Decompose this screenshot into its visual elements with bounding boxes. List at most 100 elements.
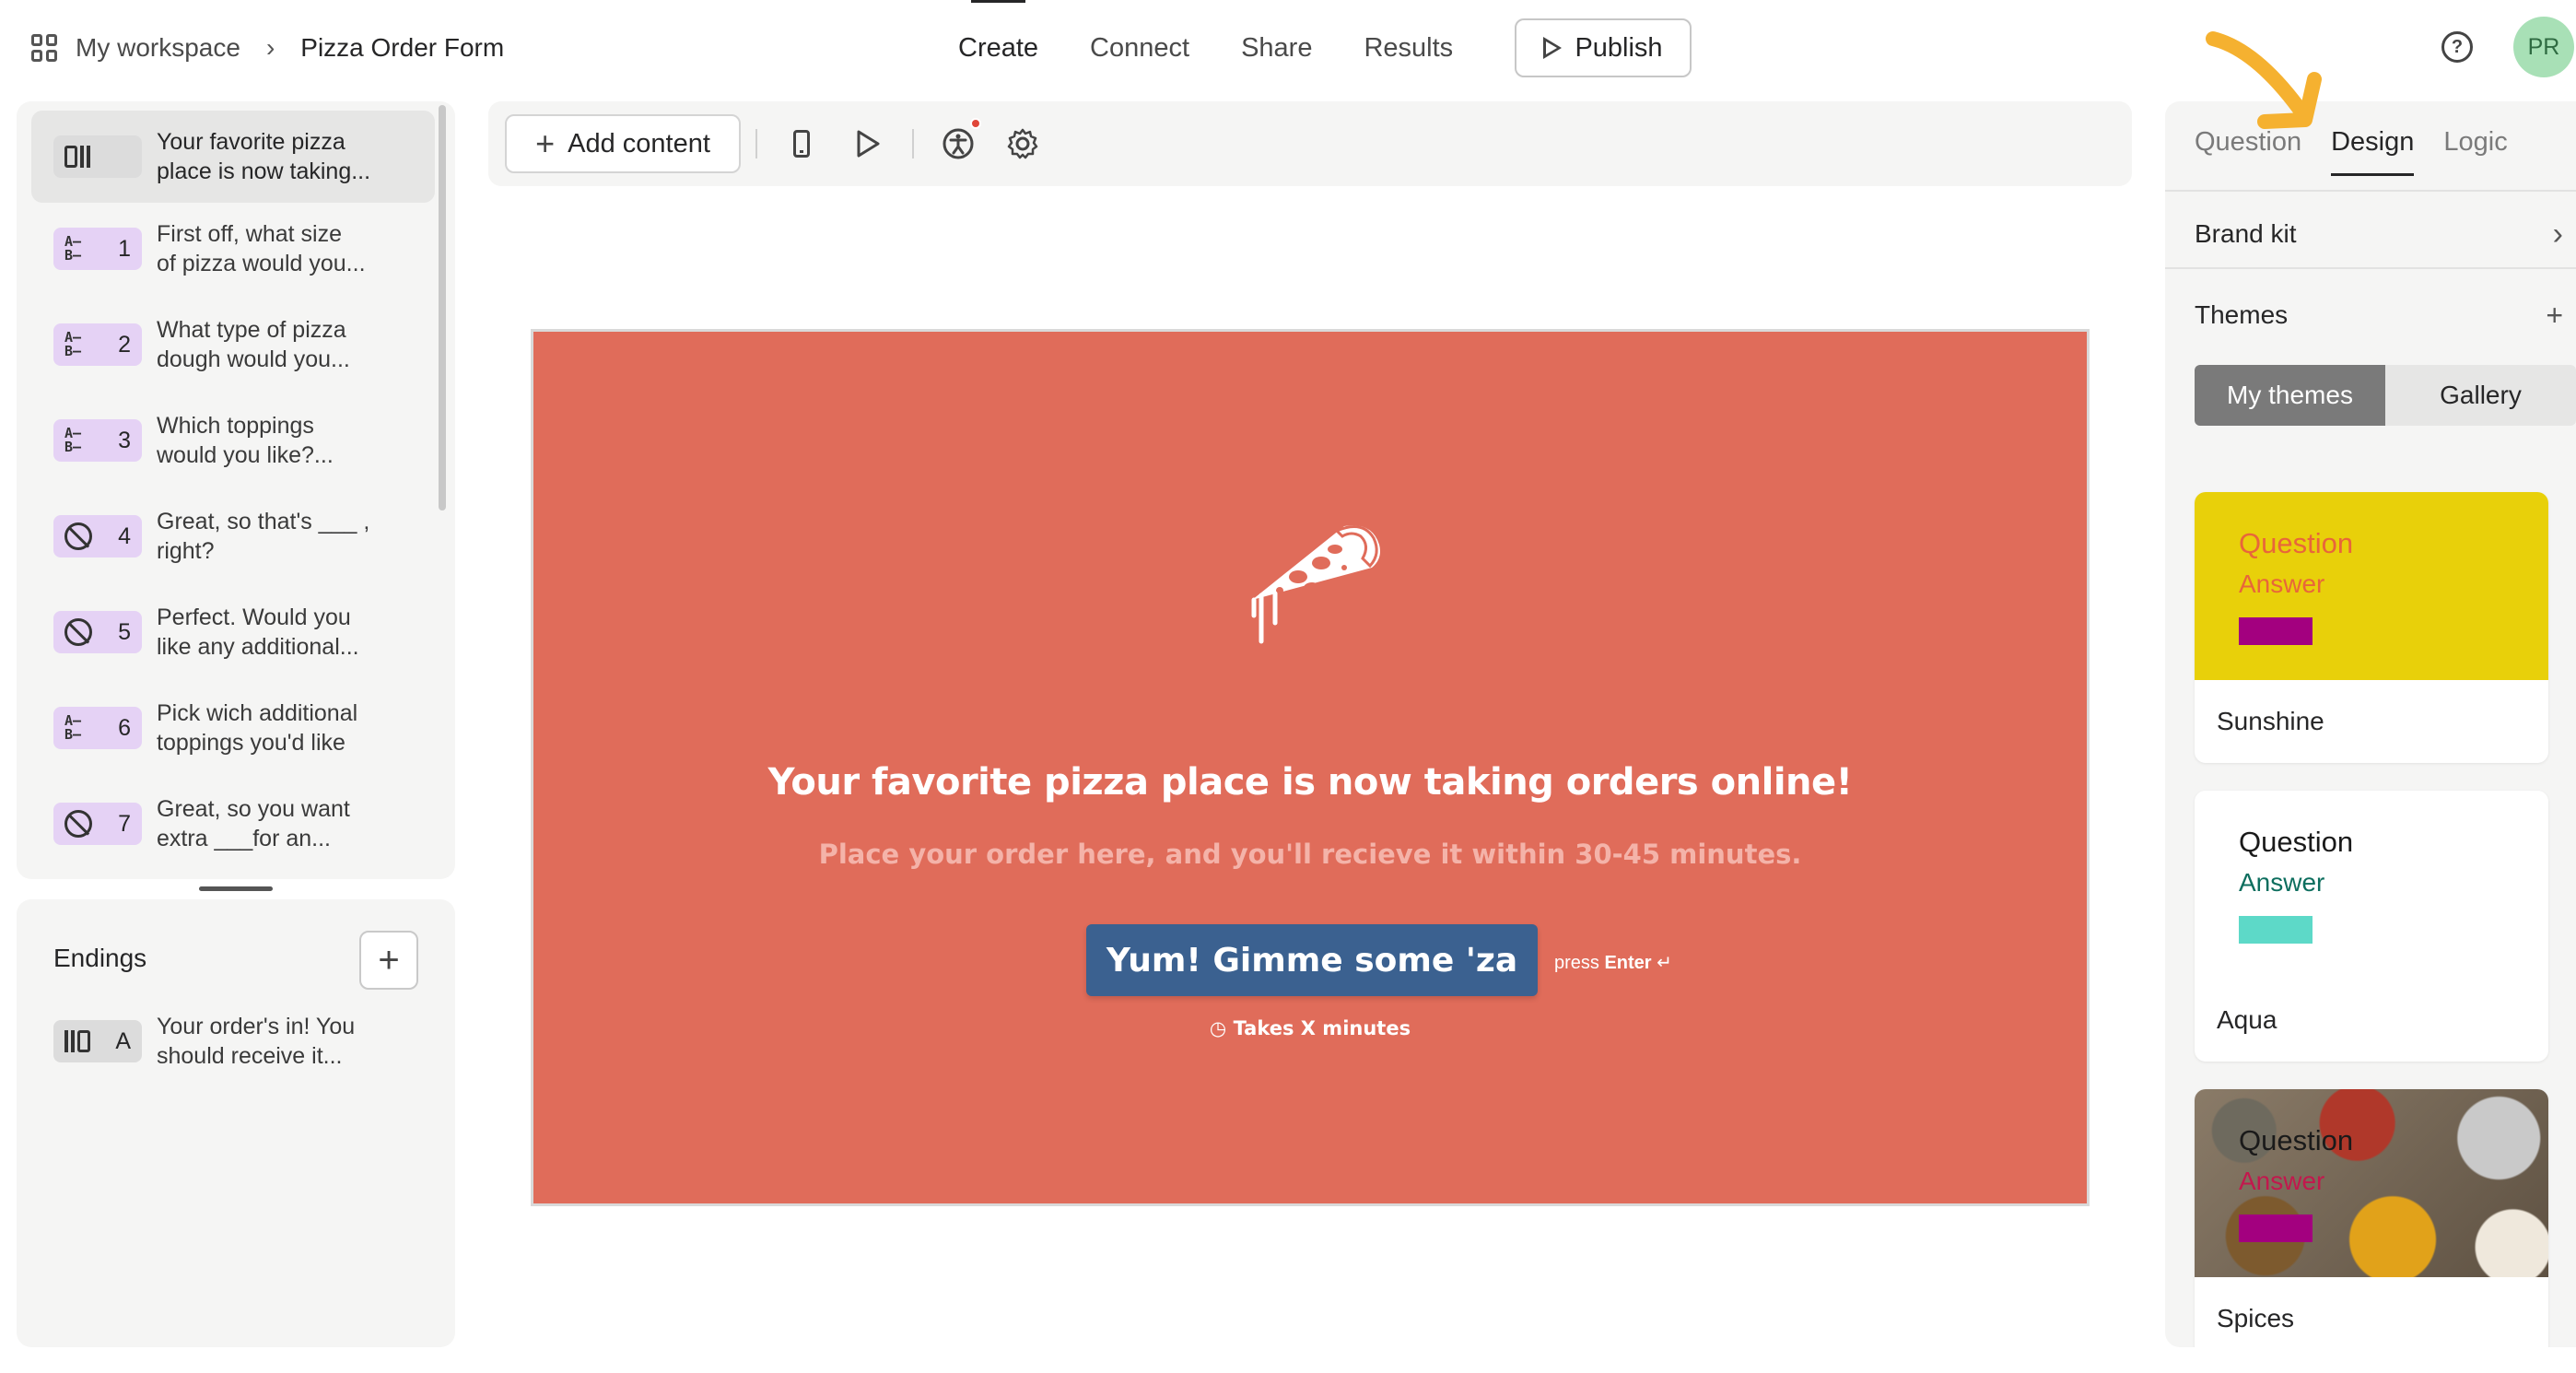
multiple-choice-icon: A– B– [64,425,82,455]
breadcrumb-workspace[interactable]: My workspace [76,33,240,63]
chevron-right-icon: › [2552,216,2563,252]
question-type-badge: A– B– 2 [53,323,142,366]
workspace-grid-icon[interactable] [31,34,59,62]
play-icon [857,130,880,158]
question-item-5[interactable]: 5 Perfect. Would you like any additional.… [31,586,435,678]
question-type-badge: A [53,1020,142,1062]
annotation-arrow-icon [2206,31,2322,129]
multiple-choice-icon: A– B– [64,233,82,264]
question-type-badge: 7 [53,803,142,845]
phone-icon [793,130,810,158]
tab-create[interactable]: Create [958,0,1038,96]
notification-dot [970,118,981,129]
question-list-panel: Your favorite pizza place is now taking..… [17,101,455,879]
form-preview: Your favorite pizza place is now taking … [531,329,2090,1206]
play-icon [1543,37,1563,59]
tab-logic[interactable]: Logic [2443,127,2507,176]
yes-no-icon [64,810,92,838]
add-ending-button[interactable]: + [359,931,418,990]
ending-screen-icon [64,1030,90,1052]
accessibility-button[interactable] [940,125,977,162]
welcome-screen-icon [64,146,90,168]
theme-button-sample [2239,617,2313,645]
settings-button[interactable] [1004,125,1041,162]
question-list-scrollbar[interactable] [439,105,446,510]
pizza-slice-icon [1251,525,1380,644]
help-icon[interactable]: ? [2441,31,2473,63]
theme-question-sample: Question [2239,1124,2354,1156]
themes-row: Themes + [2195,289,2563,341]
mobile-preview-button[interactable] [783,125,820,162]
question-item-7[interactable]: 7 Great, so you want extra ___for an... [31,778,435,870]
accessibility-icon [943,128,974,159]
question-item-2[interactable]: A– B– 2 What type of pizza dough would you… [31,299,435,391]
start-button[interactable]: Yum! Gimme some 'za [1086,924,1538,996]
theme-swatch: Question Answer [2195,791,2548,979]
brand-kit-label: Brand kit [2195,219,2297,248]
question-item-3[interactable]: A– B– 3 Which toppings would you like?... [31,394,435,487]
tab-connect[interactable]: Connect [1090,0,1189,96]
question-type-badge: A– B– 3 [53,419,142,462]
question-type-badge: 4 [53,515,142,557]
spices-photo: Question Answer [2195,1089,2548,1277]
endings-panel: Endings + A Your order's in! You should r… [17,899,455,1347]
add-theme-plus-icon[interactable]: + [2546,299,2563,333]
theme-button-sample [2239,1215,2313,1242]
welcome-title[interactable]: Your favorite pizza place is now taking … [533,761,2087,804]
question-item-welcome[interactable]: Your favorite pizza place is now taking..… [31,111,435,203]
enter-icon: ↵ [1657,953,1672,973]
ending-item-a[interactable]: A Your order's in! You should receive it.… [31,995,435,1087]
brand-kit-row[interactable]: Brand kit › [2195,208,2563,260]
question-type-badge: A– B– 6 [53,707,142,749]
gear-icon [1007,128,1038,159]
divider [2165,267,2576,269]
theme-card-spices[interactable]: Question Answer Spices [2195,1089,2548,1347]
theme-name: Aqua [2217,1005,2277,1034]
toolbar-divider [755,129,757,158]
question-text: Pick wich additional toppings you'd like [157,700,358,756]
multiple-choice-icon: A– B– [64,329,82,359]
add-content-label: Add content [568,128,710,158]
theme-answer-sample: Answer [2239,868,2325,897]
question-text: What type of pizza dough would you... [157,317,350,372]
tab-design[interactable]: Design [2331,127,2415,176]
panel-resize-handle[interactable] [199,886,273,891]
welcome-subtitle[interactable]: Place your order here, and you'll reciev… [533,839,2087,870]
yes-no-icon [64,618,92,646]
question-item-4[interactable]: 4 Great, so that's ___ , right? [31,490,435,582]
yes-no-icon [64,522,92,550]
main-nav-tabs: Create Connect Share Results [958,0,1453,96]
theme-question-sample: Question [2239,527,2354,559]
theme-swatch: Question Answer [2195,492,2548,680]
question-type-badge [53,135,142,178]
preview-play-button[interactable] [849,125,886,162]
breadcrumb-form-name[interactable]: Pizza Order Form [300,33,504,63]
question-text: Perfect. Would you like any additional... [157,604,359,660]
publish-button[interactable]: Publish [1515,18,1692,77]
question-type-badge: 5 [53,611,142,653]
plus-icon: + [535,124,556,162]
avatar[interactable]: PR [2513,17,2574,77]
tab-share[interactable]: Share [1241,0,1312,96]
multiple-choice-icon: A– B– [64,712,82,743]
question-text: First off, what size of pizza would you..… [157,221,366,276]
divider [2165,190,2576,192]
question-item-1[interactable]: A– B– 1 First off, what size of pizza woul… [31,203,435,295]
segment-my-themes[interactable]: My themes [2195,365,2385,426]
publish-label: Publish [1575,32,1663,63]
theme-answer-sample: Answer [2239,569,2325,598]
question-text: Which toppings would you like?... [157,413,334,468]
ending-text: Your order's in! You should receive it... [157,1014,356,1069]
question-text: Your favorite pizza place is now taking..… [157,129,371,184]
theme-name: Sunshine [2217,707,2324,735]
add-content-button[interactable]: + Add content [505,114,741,173]
time-estimate: ◷ Takes X minutes [1209,1017,1411,1039]
theme-card-aqua[interactable]: Question Answer Aqua [2195,791,2548,1062]
press-enter-hint: press Enter ↵ [1554,953,1672,973]
theme-button-sample [2239,916,2313,944]
tab-results[interactable]: Results [1364,0,1453,96]
question-item-6[interactable]: A– B– 6 Pick wich additional toppings you'… [31,682,435,774]
themes-label: Themes [2195,300,2289,329]
theme-card-sunshine[interactable]: Question Answer Sunshine [2195,492,2548,763]
segment-gallery[interactable]: Gallery [2385,365,2576,426]
